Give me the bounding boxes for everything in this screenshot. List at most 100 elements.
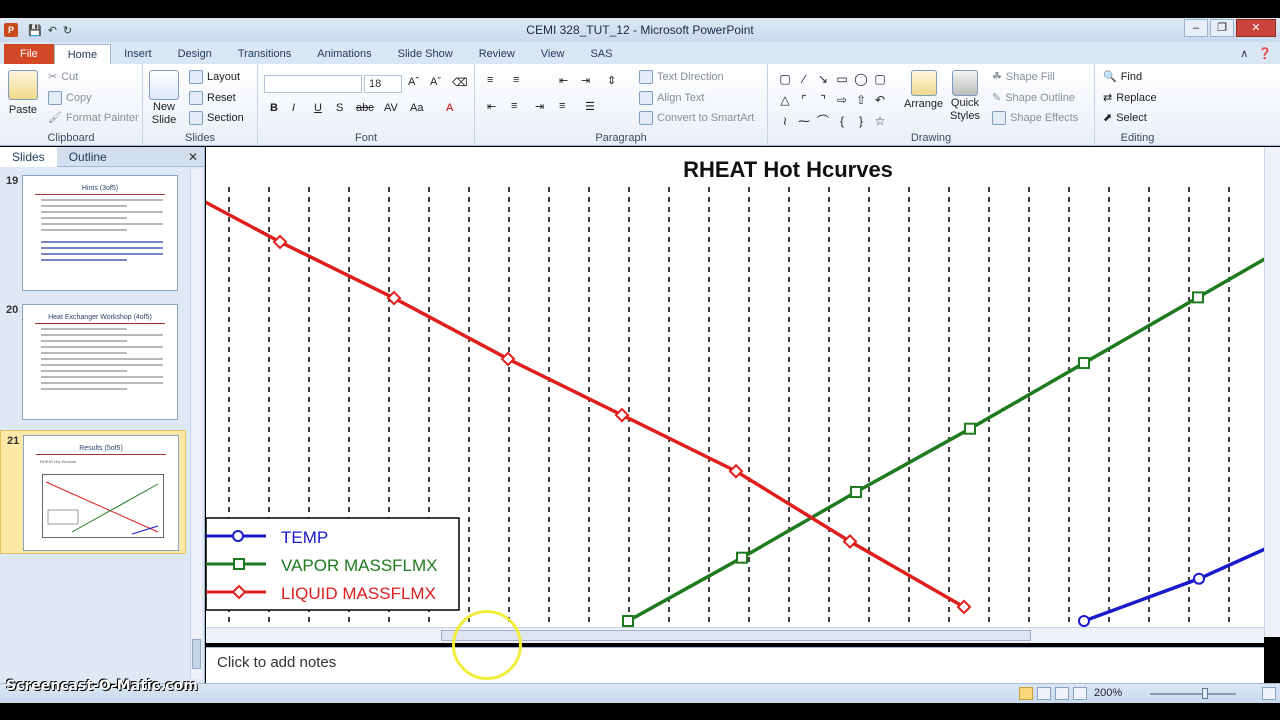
slide-thumbnail-19[interactable]: 19 Hints (3of5) [0,171,186,295]
star-shape-icon[interactable]: ☆ [871,112,889,132]
italic-icon[interactable]: I [292,102,295,114]
elbow-connector-icon[interactable]: ⌜ [795,91,813,111]
powerpoint-app-icon[interactable]: P [4,23,18,37]
quick-styles-button[interactable]: Quick Styles [950,70,980,122]
shadow-icon[interactable]: S [336,102,343,114]
close-button[interactable]: ✕ [1236,19,1276,37]
curve-shape-icon[interactable]: ≀ [776,112,794,132]
copy-button[interactable]: Copy [48,91,92,105]
align-left-icon[interactable]: ⇤ [487,100,496,113]
slide-thumbnail-20[interactable]: 20 Heat Exchanger Workshop (4of5) [0,300,186,424]
help-icon[interactable]: ❓ [1258,44,1272,64]
brace-shape-icon[interactable]: { [833,112,851,132]
tab-outline[interactable]: Outline [57,147,119,167]
tab-home[interactable]: Home [53,44,112,64]
restore-button[interactable]: ❐ [1210,19,1234,37]
format-painter-button[interactable]: 🖌 Format Painter [48,111,139,125]
tab-file[interactable]: File [4,44,54,64]
section-button[interactable]: Section [189,111,244,125]
minimize-button[interactable]: – [1184,19,1208,37]
fit-to-window-icon[interactable] [1262,687,1276,700]
normal-view-icon[interactable] [1019,687,1033,700]
convert-smartart-button[interactable]: Convert to SmartArt [639,111,754,125]
zoom-slider-knob[interactable] [1202,688,1208,699]
columns-icon[interactable]: ☰ [585,100,595,113]
tab-sas[interactable]: SAS [577,44,625,64]
numbering-icon[interactable]: ≡ [513,74,519,86]
tab-transitions[interactable]: Transitions [225,44,304,64]
zoom-level[interactable]: 200% [1094,687,1122,699]
char-spacing-icon[interactable]: AV [384,102,398,114]
redo-icon[interactable]: ↻ [63,24,72,37]
line-spacing-icon[interactable]: ⇕ [607,74,616,87]
slide-horizontal-scrollbar[interactable] [206,627,1264,643]
tab-slides[interactable]: Slides [0,146,57,167]
notes-pane[interactable]: Click to add notes [206,647,1264,683]
tab-animations[interactable]: Animations [304,44,384,64]
arc-shape-icon[interactable]: ⌒ [814,112,832,132]
close-pane-icon[interactable]: ✕ [188,150,198,164]
elbow-connector-icon[interactable]: ⌝ [814,91,832,111]
curve-shape-icon[interactable]: ↶ [871,91,889,111]
select-button[interactable]: ⬈ Select [1103,111,1147,125]
tab-insert[interactable]: Insert [111,44,165,64]
tab-review[interactable]: Review [466,44,528,64]
shape-outline-button[interactable]: ✎ Shape Outline [992,91,1075,105]
font-color-icon[interactable]: A [446,102,453,114]
align-right-icon[interactable]: ⇥ [535,100,544,113]
find-button[interactable]: 🔍 Find [1103,70,1142,84]
font-name-combo[interactable] [264,75,362,93]
brace-shape-icon[interactable]: } [852,112,870,132]
pane-scrollbar[interactable] [190,169,202,679]
grow-font-icon[interactable]: Aˆ [408,76,419,88]
new-slide-button[interactable]: New Slide [149,70,179,126]
right-arrow-shape-icon[interactable]: ⇨ [833,91,851,111]
tab-design[interactable]: Design [165,44,225,64]
textbox-shape-icon[interactable]: ▢ [776,70,794,90]
decrease-indent-icon[interactable]: ⇤ [559,74,568,87]
pane-scroll-thumb[interactable] [192,639,201,669]
reading-view-icon[interactable] [1055,687,1069,700]
change-case-icon[interactable]: Aa [410,102,423,114]
align-center-icon[interactable]: ≡ [511,100,517,112]
line-shape-icon[interactable]: ↘ [814,70,832,90]
shape-fill-button[interactable]: ☘ Shape Fill [992,70,1055,84]
font-size-combo[interactable]: 18 [364,75,402,93]
arrange-button[interactable]: Arrange [904,70,943,110]
strikethrough-icon[interactable]: abc [356,102,374,114]
undo-icon[interactable]: ↶ [48,24,57,37]
clear-format-icon[interactable]: ⌫ [452,76,468,89]
align-text-button[interactable]: Align Text [639,91,705,105]
slide-thumbnail-21[interactable]: 21 Results (5of5) RHEAT Hot Hcurves [0,430,186,554]
shape-effects-button[interactable]: Shape Effects [992,111,1078,125]
save-icon[interactable]: 💾 [28,24,42,37]
slide-sorter-view-icon[interactable] [1037,687,1051,700]
tab-view[interactable]: View [528,44,578,64]
shapes-gallery[interactable]: ▢ ∕ ↘ ▭ ◯ ▢ △ ⌜ ⌝ ⇨ ⇧ ↶ ≀ ⁓ ⌒ { } ☆ [776,70,890,132]
triangle-shape-icon[interactable]: △ [776,91,794,111]
rounded-rect-shape-icon[interactable]: ▢ [871,70,889,90]
oval-shape-icon[interactable]: ◯ [852,70,870,90]
paste-button[interactable]: Paste [8,70,38,116]
tab-slide-show[interactable]: Slide Show [385,44,466,64]
zoom-slider[interactable] [1150,693,1236,695]
slide-vertical-scrollbar[interactable] [1264,147,1280,637]
justify-icon[interactable]: ≡ [559,100,565,112]
bold-icon[interactable]: B [270,102,278,114]
increase-indent-icon[interactable]: ⇥ [581,74,590,87]
rectangle-shape-icon[interactable]: ▭ [833,70,851,90]
replace-button[interactable]: ⇄ Replace [1103,91,1157,105]
minimize-ribbon-icon[interactable]: ∧ [1240,44,1248,64]
bullets-icon[interactable]: ≡ [487,74,493,86]
layout-button[interactable]: Layout [189,70,240,84]
slideshow-view-icon[interactable] [1073,687,1087,700]
cut-button[interactable]: ✂ Cut [48,70,78,84]
slide-canvas[interactable]: RHEAT Hot Hcurves TEMP VAPOR MASSFLMX LI… [206,147,1280,627]
underline-icon[interactable]: U [314,102,322,114]
text-direction-button[interactable]: Text Direction [639,70,724,84]
horizontal-scroll-thumb[interactable] [441,630,1031,641]
up-arrow-shape-icon[interactable]: ⇧ [852,91,870,111]
reset-button[interactable]: Reset [189,91,236,105]
freeform-shape-icon[interactable]: ⁓ [795,112,813,132]
line-shape-icon[interactable]: ∕ [795,70,813,90]
